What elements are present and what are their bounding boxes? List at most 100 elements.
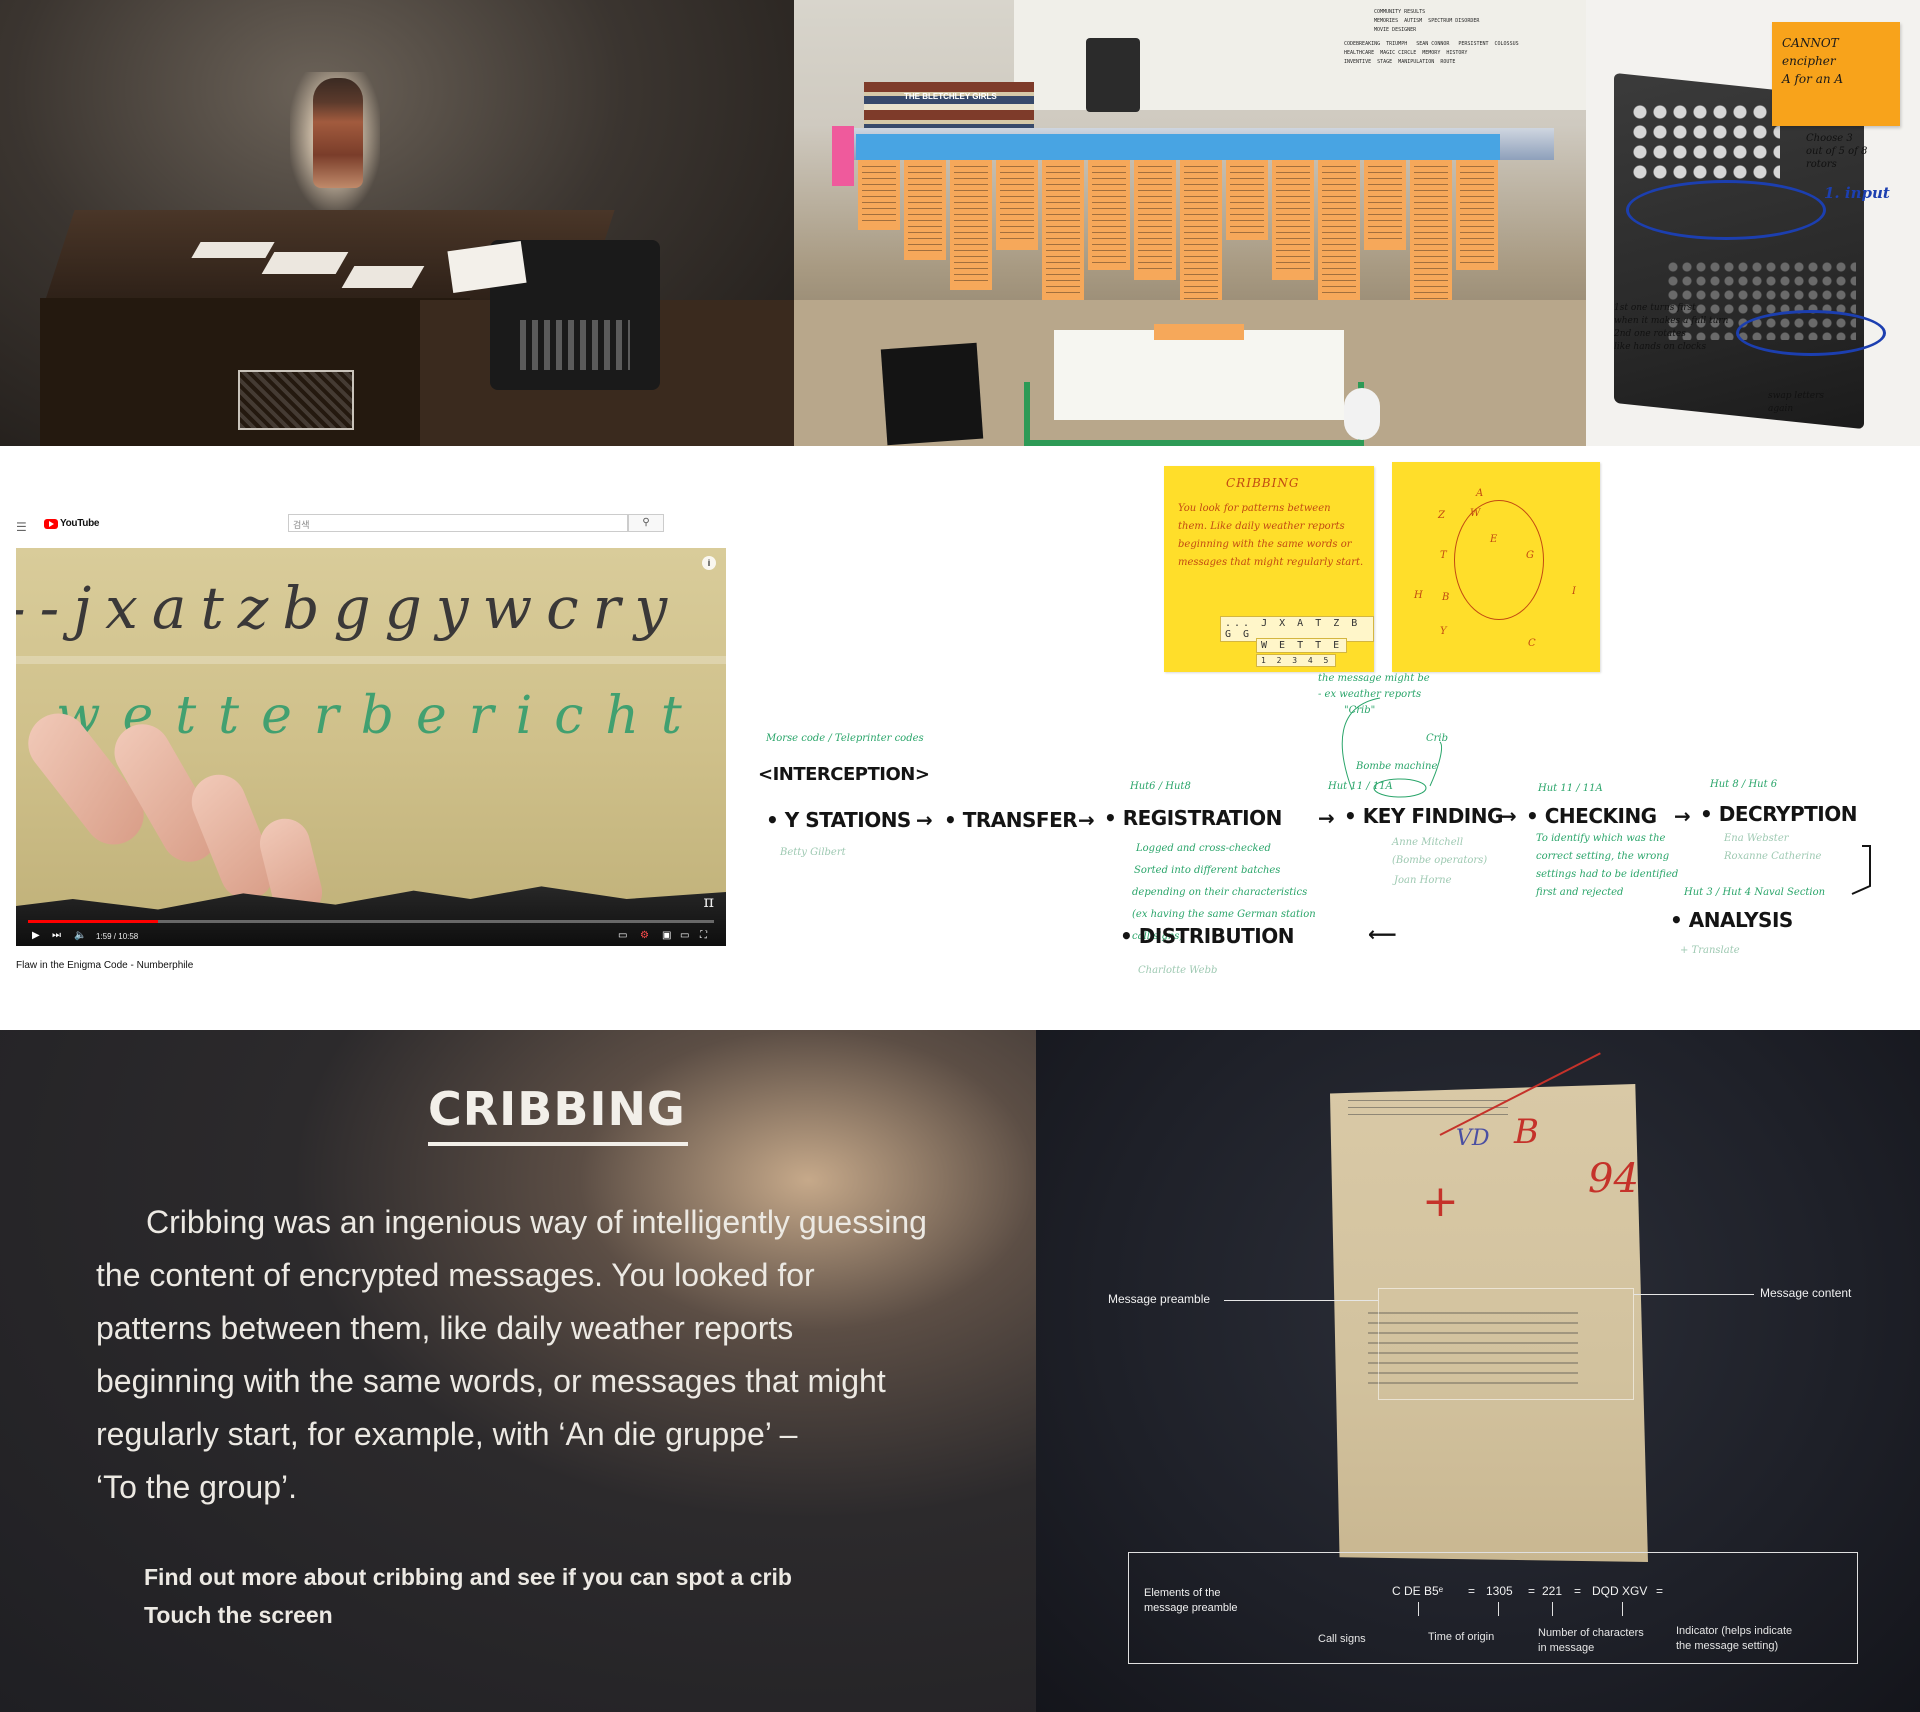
next-icon[interactable]: ⏭: [52, 930, 61, 941]
sticky-column-orange: [1364, 160, 1406, 250]
ciphertext-handwriting: --jxatzbggywcry: [16, 574, 682, 642]
video-title[interactable]: Flaw in the Enigma Code - Numberphile: [16, 960, 193, 971]
book-spine: THE BLETCHLEY GIRLS: [904, 92, 997, 101]
volume-icon[interactable]: 🔈: [74, 930, 86, 941]
legend-equals: =: [1574, 1584, 1582, 1598]
red-94-mark: 94: [1588, 1156, 1639, 1202]
photo-research-wall: COMMUNITY RESULTS MEMORIES AUTISM SPECTR…: [794, 0, 1586, 446]
board-line: regularly start, for example, with ‘An d…: [96, 1416, 798, 1452]
sticky-header-blue: [1316, 134, 1362, 160]
sticky-column-orange: [1272, 160, 1314, 280]
paper-sheet: [261, 252, 349, 274]
time-display: 1:59 / 10:58: [96, 932, 139, 941]
board-title: CRIBBING: [428, 1082, 686, 1136]
label-callsigns: Call signs: [1318, 1633, 1366, 1645]
note-line: A for an A: [1782, 72, 1844, 86]
sticky-column-orange: [904, 160, 946, 260]
player-controls: ▶ ⏭ 🔈 1:59 / 10:58 ▭ ⚙ ▣ ▭ ⛶: [16, 928, 726, 946]
youtube-header: ☰ YouTube 검색 ⚲: [0, 506, 740, 546]
legend-equals: =: [1656, 1584, 1664, 1598]
red-b-mark: B: [1514, 1112, 1539, 1152]
fullscreen-icon[interactable]: ⛶: [700, 930, 707, 941]
enigma-message-exhibit: VD B 94 + Message preamble Message conte…: [1036, 1030, 1920, 1712]
sticky-header-blue: [1132, 134, 1178, 160]
sticky-header-blue: [994, 134, 1040, 160]
sticky-header-blue: [1224, 134, 1270, 160]
wire-basket: [238, 370, 354, 430]
hamburger-menu-icon[interactable]: ☰: [16, 520, 27, 534]
sticky-column-orange: [1134, 160, 1176, 280]
sticky-header-blue: [1362, 134, 1408, 160]
board-line: the content of encrypted messages. You l…: [96, 1257, 815, 1293]
paper-sheet: [341, 266, 425, 288]
sticky-header-blue: [1270, 134, 1316, 160]
legend-equals: =: [1528, 1584, 1536, 1598]
legend-indicator: DQD XGV: [1592, 1584, 1648, 1598]
sticky-column-orange: [1042, 160, 1084, 300]
legend-tick: [1552, 1602, 1553, 1616]
sticky-header-blue: [1454, 134, 1500, 160]
blue-annotation-loop: [1626, 180, 1826, 240]
green-mat: [1024, 382, 1364, 446]
sticky-column-orange: [1410, 160, 1452, 310]
info-icon[interactable]: i: [702, 556, 716, 570]
play-icon[interactable]: ▶: [32, 930, 40, 941]
search-icon[interactable]: ⚲: [628, 514, 664, 532]
sticky-column-orange: [858, 160, 900, 230]
youtube-screenshot: ☰ YouTube 검색 ⚲ --jxatzbggywcry wetterber…: [0, 446, 740, 1030]
legend-tick: [1418, 1602, 1419, 1616]
typewriter-keys: [520, 320, 630, 370]
sticky-column-orange: [1226, 160, 1268, 240]
board-line: beginning with the same words, or messag…: [96, 1363, 886, 1399]
sticky-header-blue: [1408, 134, 1454, 160]
label-indicator: Indicator (helps indicate the message se…: [1676, 1625, 1793, 1652]
blue-pencil-mark: VD: [1456, 1126, 1490, 1151]
pink-sticky: [832, 126, 854, 186]
flow-connectors: [1341, 697, 1871, 895]
input-label: 1. input: [1824, 184, 1890, 202]
computer-mouse: [1344, 388, 1380, 440]
sticky-header-blue: [1040, 134, 1086, 160]
board-line: Cribbing was an ingenious way of intelli…: [146, 1204, 927, 1240]
codebreaking-flow-diagram: CRIBBING You look for patterns between t…: [740, 446, 1920, 1030]
board-line: patterns between them, like daily weathe…: [96, 1310, 794, 1346]
touch-screen-prompt: Touch the screen: [144, 1602, 333, 1628]
legend-title: Elements of the message preamble: [1144, 1587, 1238, 1614]
miniplayer-icon[interactable]: ▣: [662, 930, 671, 941]
cribbing-exhibit-board: CRIBBING Cribbing was an ingenious way o…: [0, 1030, 1036, 1712]
captions-icon[interactable]: ▭: [618, 930, 627, 941]
sticky-header-blue: [902, 134, 948, 160]
paper-fold: [16, 656, 726, 664]
sticky-header-blue: [1178, 134, 1224, 160]
sticky-column-orange: [1088, 160, 1130, 270]
swap-note: swap letters again: [1768, 391, 1824, 414]
theater-icon[interactable]: ▭: [680, 930, 689, 941]
settings-icon[interactable]: ⚙: [640, 930, 649, 941]
red-cross-mark: +: [1422, 1176, 1459, 1227]
notebook: [880, 342, 984, 446]
sticky-header-blue: [948, 134, 994, 160]
choose-rotors-note: Choose 3 out of 5 of 8 rotors: [1806, 133, 1868, 170]
progress-fill: [28, 920, 159, 923]
board-body: Cribbing was an ingenious way of intelli…: [96, 1196, 996, 1514]
enigma-lampboard: [1630, 102, 1780, 182]
legend-tick: [1498, 1602, 1499, 1616]
callout-line: [1634, 1294, 1754, 1295]
progress-bar[interactable]: [28, 920, 714, 923]
sticky-header-blue: [856, 134, 902, 160]
legend-chars: 221: [1542, 1584, 1563, 1598]
board-line: ‘To the group’.: [96, 1469, 298, 1505]
callout-line: [1224, 1300, 1378, 1301]
preamble-callout: Message preamble: [1108, 1292, 1211, 1306]
pen-holder: [1086, 38, 1140, 112]
youtube-brand[interactable]: YouTube: [60, 518, 100, 529]
sticky-column-orange: [996, 160, 1038, 250]
sticky-header-blue: [1086, 134, 1132, 160]
youtube-logo-icon[interactable]: [44, 519, 58, 529]
note-line: CANNOT encipher: [1782, 36, 1839, 68]
video-player[interactable]: --jxatzbggywcry wetterbericht i π ▶ ⏭ 🔈 …: [16, 548, 726, 946]
whiteboard-writing: CODEBREAKING TRIUMPH SEAN CONNOR PERSIST…: [1344, 41, 1519, 65]
rotors-note: 1st one turns first when it makes a full…: [1614, 303, 1729, 352]
search-input[interactable]: 검색: [288, 514, 628, 532]
whiteboard-writing: COMMUNITY RESULTS MEMORIES AUTISM SPECTR…: [1374, 9, 1480, 33]
